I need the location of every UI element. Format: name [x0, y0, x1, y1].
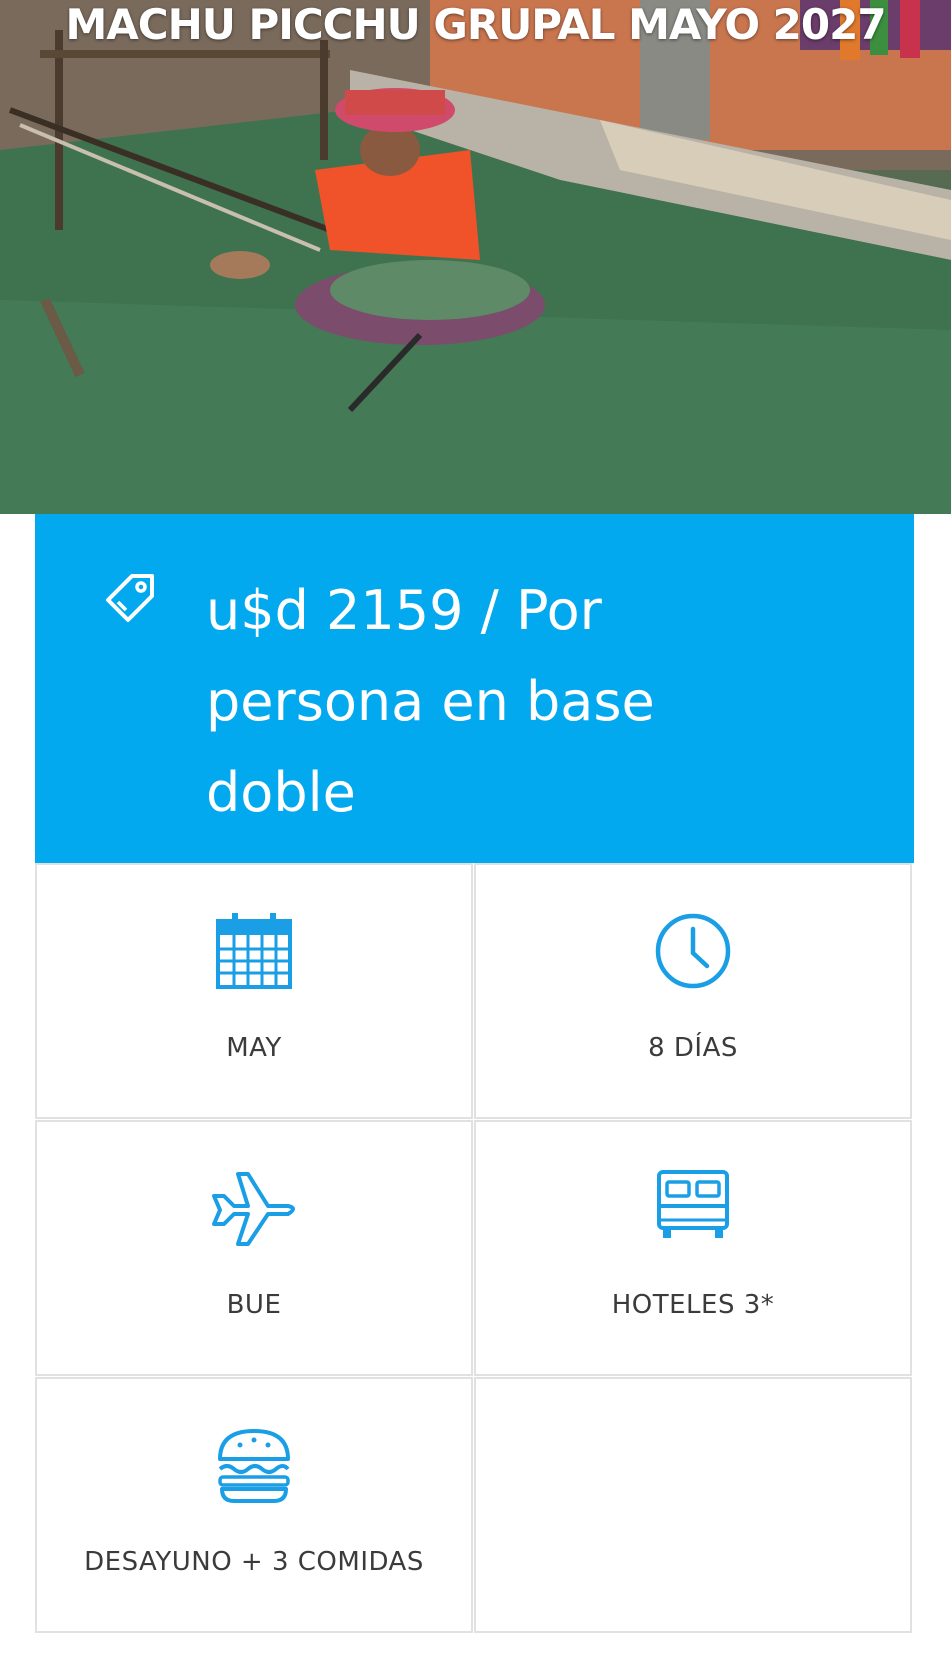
feature-month: MAY — [35, 863, 473, 1119]
price-line-3: doble — [206, 761, 356, 824]
feature-hotels: HOTELES 3* — [474, 1120, 912, 1376]
bed-icon — [653, 1168, 733, 1253]
feature-empty — [474, 1377, 912, 1633]
price-line-2: persona en base — [206, 670, 655, 733]
price-text: u$d 2159 / Por persona en base doble — [206, 565, 726, 838]
feature-meals: DESAYUNO + 3 COMIDAS — [35, 1377, 473, 1633]
feature-departure: BUE — [35, 1120, 473, 1376]
price-tag-icon — [104, 572, 156, 629]
feature-label: MAY — [226, 1033, 282, 1063]
hero-photo-illustration — [0, 0, 951, 514]
feature-label: HOTELES 3* — [611, 1290, 775, 1320]
calendar-icon — [214, 911, 294, 996]
clock-icon — [653, 911, 733, 996]
page-title: MACHU PICCHU GRUPAL MAYO 2027 — [65, 0, 886, 49]
airplane-icon — [208, 1168, 300, 1253]
feature-label: 8 DÍAS — [648, 1033, 738, 1063]
feature-label: DESAYUNO + 3 COMIDAS — [84, 1547, 424, 1577]
burger-icon — [214, 1425, 294, 1510]
hero-image: MACHU PICCHU GRUPAL MAYO 2027 — [0, 0, 951, 514]
feature-label: BUE — [226, 1290, 282, 1320]
price-line-1: u$d 2159 / Por — [206, 579, 602, 642]
feature-duration: 8 DÍAS — [474, 863, 912, 1119]
